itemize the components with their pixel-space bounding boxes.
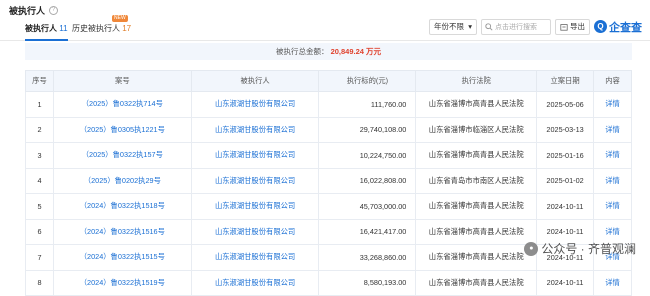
cell-case-number[interactable]: （2025）鲁0305执1221号	[52, 116, 192, 143]
cell-date: 2025-05-06	[536, 91, 595, 118]
col-header-case: 案号	[52, 70, 192, 92]
col-header-content: 内容	[593, 70, 632, 92]
tab-label: 被执行人	[25, 24, 57, 33]
cell-date: 2025-03-13	[536, 116, 595, 143]
cell-amount: 10,224,750.00	[318, 142, 417, 169]
summary-amount: 20,849.24	[330, 47, 364, 56]
summary-unit: 万元	[366, 47, 382, 56]
cell-court: 山东省淄博市临淄区人民法院	[415, 116, 538, 143]
cell-amount: 16,022,808.00	[318, 167, 417, 194]
tab-label: 历史被执行人	[72, 24, 120, 33]
cell-court: 山东省淄博市高青县人民法院	[415, 193, 538, 220]
cell-court: 山东省淄博市高青县人民法院	[415, 142, 538, 169]
cell-court: 山东省淄博市高青县人民法院	[415, 91, 538, 118]
col-header-date[interactable]: 立案日期	[536, 70, 595, 92]
cell-case-number[interactable]: （2025）鲁0202执29号	[52, 167, 192, 194]
tab-current-executed[interactable]: 被执行人 11	[25, 23, 68, 41]
cell-court: 山东省淄博市高青县人民法院	[415, 218, 538, 245]
cell-no: 1	[25, 91, 54, 118]
cell-date: 2025-01-16	[536, 142, 595, 169]
table-header-row: 序号 案号 被执行人 执行标的(元) 执行法院 立案日期 内容	[25, 70, 632, 92]
section-title: 被执行人	[9, 5, 46, 16]
cell-case-number[interactable]: （2024）鲁0322执1515号	[52, 244, 192, 271]
cell-court: 山东省淄博市高青县人民法院	[415, 269, 538, 296]
export-button[interactable]: 导出	[555, 18, 590, 35]
cell-case-number[interactable]: （2025）鲁0322执157号	[52, 142, 192, 169]
qichacha-logo: Q 企查查	[594, 19, 642, 35]
cell-no: 4	[25, 167, 54, 194]
cell-no: 3	[25, 142, 54, 169]
search-input[interactable]: 点击进行搜索	[481, 18, 551, 35]
cell-date: 2024-10-11	[536, 193, 595, 220]
cell-case-number[interactable]: （2024）鲁0322执1519号	[52, 269, 192, 296]
export-icon	[560, 23, 568, 31]
tab-count: 17	[122, 24, 132, 33]
logo-mark-icon: Q	[594, 20, 607, 33]
cell-case-number[interactable]: （2024）鲁0322执1518号	[52, 193, 192, 220]
cell-no: 7	[25, 244, 54, 271]
new-badge: NEW	[112, 15, 128, 22]
logo-text: 企查查	[609, 21, 642, 34]
detail-link[interactable]: 详情	[593, 269, 632, 296]
cell-court: 山东省青岛市市南区人民法院	[415, 167, 538, 194]
chevron-down-icon: ▾	[468, 22, 472, 31]
export-label: 导出	[570, 22, 585, 31]
table-row: 4 （2025）鲁0202执29号 山东淑湖甘股份有限公司 16,022,808.00…	[25, 167, 632, 194]
detail-link[interactable]: 详情	[593, 116, 632, 143]
detail-link[interactable]: 详情	[593, 91, 632, 118]
cell-amount: 45,703,000.00	[318, 193, 417, 220]
cell-date: 2024-10-11	[536, 269, 595, 296]
cell-no: 6	[25, 218, 54, 245]
search-icon	[485, 22, 493, 31]
table-row: 5 （2024）鲁0322执1518号 山东淑湖甘股份有限公司 45,703,000.…	[25, 193, 632, 220]
detail-link[interactable]: 详情	[593, 193, 632, 220]
tab-history-executed[interactable]: 历史被执行人 17	[72, 23, 131, 41]
cell-party[interactable]: 山东淑湖甘股份有限公司	[190, 167, 320, 194]
col-header-party: 被执行人	[190, 70, 320, 92]
year-filter-select[interactable]: 年份不限 ▾	[429, 18, 477, 35]
search-placeholder: 点击进行搜索	[495, 23, 537, 31]
cell-amount: 29,740,108.00	[318, 116, 417, 143]
cell-no: 5	[25, 193, 54, 220]
tab-count: 11	[59, 24, 68, 33]
cell-party[interactable]: 山东淑湖甘股份有限公司	[190, 218, 320, 245]
execution-table: 序号 案号 被执行人 执行标的(元) 执行法院 立案日期 内容 1 （2025）鲁…	[25, 70, 632, 296]
col-header-amount[interactable]: 执行标的(元)	[318, 70, 417, 92]
cell-case-number[interactable]: （2024）鲁0322执1516号	[52, 218, 192, 245]
total-amount-summary: 被执行总金额： 20,849.24 万元	[25, 43, 632, 60]
cell-court: 山东省淄博市高青县人民法院	[415, 244, 538, 271]
section-header: 被执行人 ?	[0, 0, 650, 16]
table-row: 8 （2024）鲁0322执1519号 山东淑湖甘股份有限公司 8,580,193.0…	[25, 269, 632, 296]
cell-date: 2025-01-02	[536, 167, 595, 194]
cell-amount: 33,268,860.00	[318, 244, 417, 271]
cell-party[interactable]: 山东淑湖甘股份有限公司	[190, 269, 320, 296]
cell-amount: 16,421,417.00	[318, 218, 417, 245]
cell-party[interactable]: 山东淑湖甘股份有限公司	[190, 116, 320, 143]
cell-case-number[interactable]: （2025）鲁0322执714号	[52, 91, 192, 118]
cell-no: 2	[25, 116, 54, 143]
cell-no: 8	[25, 269, 54, 296]
cell-party[interactable]: 山东淑湖甘股份有限公司	[190, 244, 320, 271]
cell-amount: 111,760.00	[318, 91, 417, 118]
cell-party[interactable]: 山东淑湖甘股份有限公司	[190, 193, 320, 220]
summary-label: 被执行总金额：	[275, 47, 329, 56]
detail-link[interactable]: 详情	[593, 167, 632, 194]
cell-party[interactable]: 山东淑湖甘股份有限公司	[190, 142, 320, 169]
table-row: 2 （2025）鲁0305执1221号 山东淑湖甘股份有限公司 29,740,108.…	[25, 116, 632, 143]
year-filter-value: 年份不限	[434, 22, 464, 31]
watermark-text: 公众号 · 齐普观澜	[541, 242, 636, 256]
watermark: ● 公众号 · 齐普观澜	[524, 240, 636, 257]
help-icon[interactable]: ?	[49, 5, 59, 15]
table-row: 3 （2025）鲁0322执157号 山东淑湖甘股份有限公司 10,224,750.0…	[25, 142, 632, 169]
cell-party[interactable]: 山东淑湖甘股份有限公司	[190, 91, 320, 118]
table-row: 1 （2025）鲁0322执714号 山东淑湖甘股份有限公司 111,760.00 山东…	[25, 91, 632, 118]
wechat-icon: ●	[524, 241, 539, 256]
col-header-no: 序号	[25, 70, 54, 92]
cell-amount: 8,580,193.00	[318, 269, 417, 296]
detail-link[interactable]: 详情	[593, 142, 632, 169]
col-header-court: 执行法院	[415, 70, 538, 92]
toolbar: 年份不限 ▾ 点击进行搜索 导出 Q 企查查	[429, 18, 642, 35]
